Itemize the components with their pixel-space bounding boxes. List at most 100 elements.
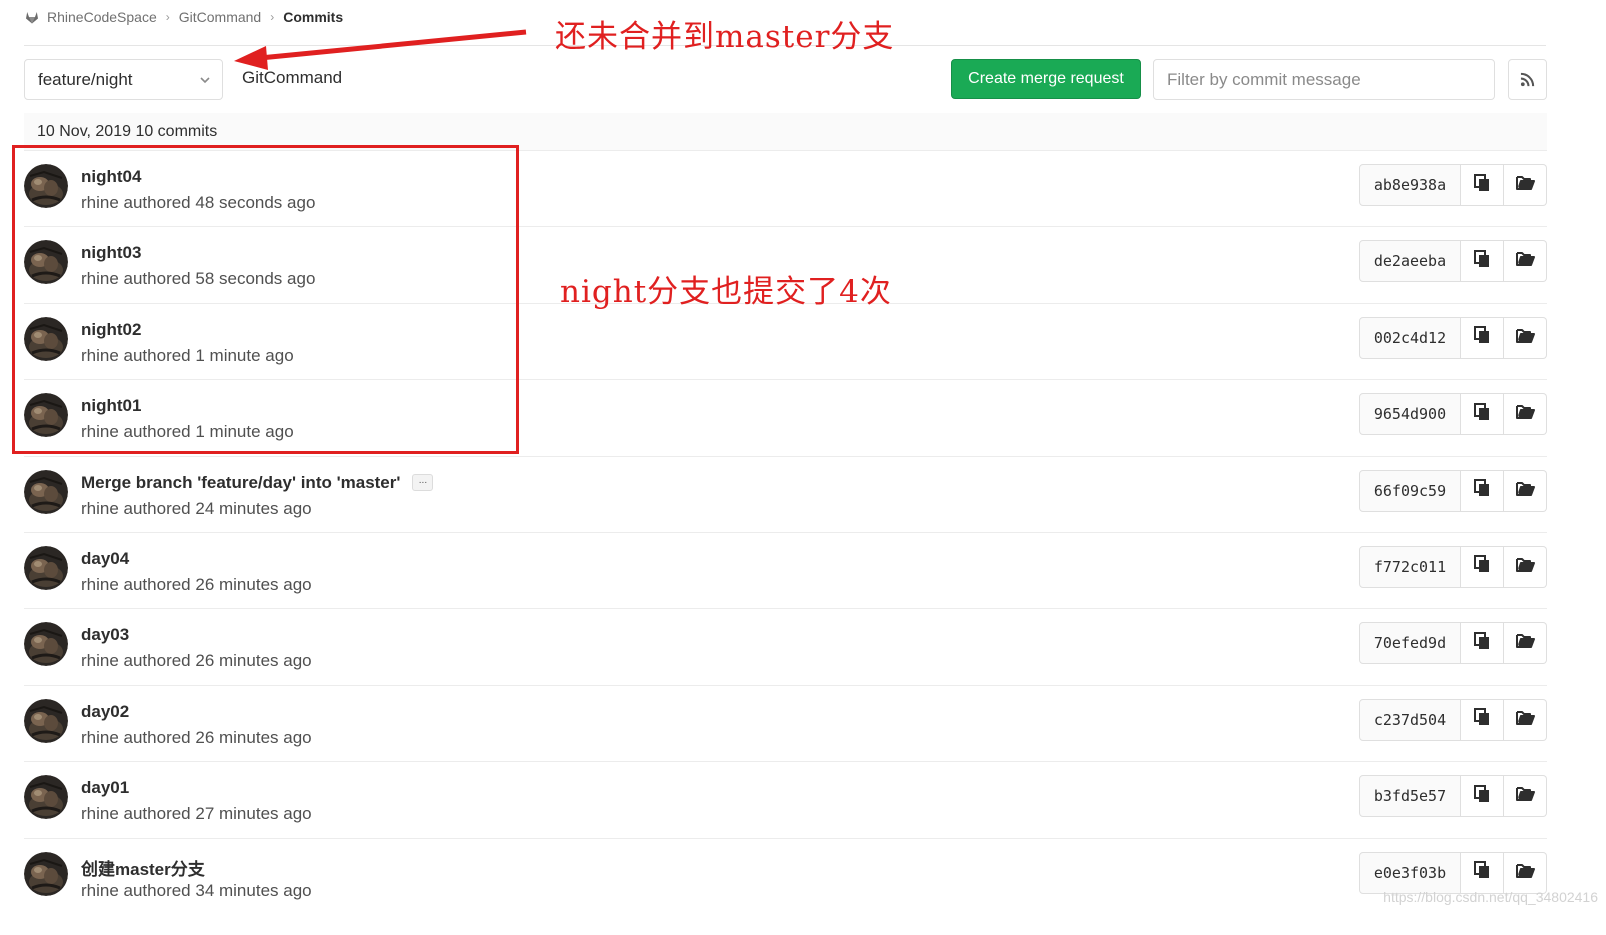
- browse-files-button[interactable]: [1504, 469, 1547, 512]
- commit-sha-link[interactable]: b3fd5e57: [1359, 775, 1461, 818]
- commit-row: 创建master分支 rhine authored 34 minutes ago…: [24, 839, 1547, 915]
- commit-title: night02: [81, 320, 141, 340]
- commit-sha-link[interactable]: de2aeeba: [1359, 240, 1461, 283]
- avatar[interactable]: [24, 469, 68, 514]
- rss-icon: [1520, 72, 1535, 87]
- commit-sha-group: 70efed9d: [1359, 622, 1547, 665]
- browse-files-button[interactable]: [1504, 698, 1547, 741]
- commit-title: day02: [81, 702, 129, 722]
- commit-title-link[interactable]: night04: [81, 167, 141, 187]
- copy-sha-button[interactable]: [1461, 240, 1504, 283]
- commit-sha-group: c237d504: [1359, 698, 1547, 741]
- avatar-image: [24, 164, 68, 208]
- branch-dropdown[interactable]: feature/night: [24, 59, 223, 100]
- copy-sha-button[interactable]: [1461, 851, 1504, 894]
- avatar-image: [24, 545, 68, 590]
- commit-title-link[interactable]: day01: [81, 778, 129, 798]
- browse-files-button[interactable]: [1504, 316, 1547, 359]
- commit-row: day02 rhine authored 26 minutes ago c237…: [24, 686, 1547, 763]
- commit-title-link[interactable]: 创建master分支: [81, 855, 205, 880]
- commit-title: day04: [81, 549, 129, 569]
- browse-files-button[interactable]: [1504, 622, 1547, 665]
- commit-title-link[interactable]: night02: [81, 320, 141, 340]
- avatar[interactable]: [24, 775, 68, 820]
- browse-files-button[interactable]: [1504, 545, 1547, 588]
- copy-sha-button[interactable]: [1461, 545, 1504, 588]
- commit-sha-group: 9654d900: [1359, 393, 1547, 436]
- breadcrumb-group[interactable]: RhineCodeSpace: [47, 9, 157, 25]
- folder-open-icon: [1515, 709, 1535, 731]
- copy-sha-button[interactable]: [1461, 393, 1504, 436]
- avatar-image: [24, 469, 68, 514]
- commit-title-link[interactable]: day03: [81, 625, 129, 645]
- rss-button[interactable]: [1508, 59, 1547, 100]
- copy-sha-button[interactable]: [1461, 622, 1504, 665]
- commit-title: day01: [81, 778, 129, 798]
- commit-sha-link[interactable]: 002c4d12: [1359, 316, 1461, 359]
- commit-author-meta: rhine authored 34 minutes ago: [81, 880, 312, 900]
- browse-files-button[interactable]: [1504, 164, 1547, 206]
- copy-icon: [1473, 173, 1491, 197]
- commit-sha-link[interactable]: ab8e938a: [1359, 164, 1461, 206]
- branch-dropdown-label: feature/night: [38, 69, 133, 89]
- commit-author-meta: rhine authored 48 seconds ago: [81, 193, 316, 212]
- avatar-image: [24, 393, 68, 438]
- commit-sha-group: ab8e938a: [1359, 164, 1547, 206]
- commit-row: night02 rhine authored 1 minute ago 002c…: [24, 304, 1547, 381]
- avatar[interactable]: [24, 240, 68, 285]
- avatar-image: [24, 622, 68, 667]
- avatar[interactable]: [24, 164, 68, 208]
- commit-row: day04 rhine authored 26 minutes ago f772…: [24, 533, 1547, 610]
- commit-title-link[interactable]: day04: [81, 549, 129, 569]
- commit-sha-group: de2aeeba: [1359, 240, 1547, 283]
- copy-sha-button[interactable]: [1461, 164, 1504, 206]
- annotation-note-top: 还未合并到master分支: [555, 19, 895, 55]
- avatar[interactable]: [24, 545, 68, 590]
- annotation-note-middle: night分支也提交了4次: [560, 274, 892, 310]
- copy-icon: [1473, 784, 1491, 808]
- commit-row: Merge branch 'feature/day' into 'master'…: [24, 457, 1547, 533]
- copy-icon: [1473, 479, 1491, 502]
- avatar-image: [24, 851, 68, 896]
- copy-sha-button[interactable]: [1461, 316, 1504, 359]
- commit-sha-group: f772c011: [1359, 545, 1547, 588]
- commit-title-link[interactable]: Merge branch 'feature/day' into 'master': [81, 473, 400, 493]
- commit-row: day01 rhine authored 27 minutes ago b3fd…: [24, 762, 1547, 839]
- browse-files-button[interactable]: [1504, 240, 1547, 283]
- commit-author-meta: rhine authored 58 seconds ago: [81, 269, 316, 289]
- commit-title: night04: [81, 167, 141, 187]
- commit-sha-group: b3fd5e57: [1359, 775, 1547, 818]
- copy-sha-button[interactable]: [1461, 698, 1504, 741]
- commit-title: night01: [81, 396, 141, 416]
- commit-sha-link[interactable]: 70efed9d: [1359, 622, 1461, 665]
- commit-day-header: 10 Nov, 2019 10 commits: [24, 113, 1547, 151]
- copy-icon: [1473, 555, 1491, 578]
- commit-sha-link[interactable]: f772c011: [1359, 545, 1461, 588]
- commit-sha-link[interactable]: c237d504: [1359, 698, 1461, 741]
- browse-files-button[interactable]: [1504, 851, 1547, 894]
- watermark: https://blog.csdn.net/qq_34802416: [1383, 889, 1598, 905]
- annotation-arrow-icon: [234, 29, 527, 70]
- avatar[interactable]: [24, 698, 68, 743]
- avatar[interactable]: [24, 622, 68, 667]
- avatar[interactable]: [24, 316, 68, 361]
- commit-title-link[interactable]: day02: [81, 702, 129, 722]
- folder-open-icon: [1515, 632, 1535, 654]
- create-merge-request-button[interactable]: Create merge request: [951, 59, 1141, 99]
- avatar[interactable]: [24, 851, 68, 896]
- copy-icon: [1473, 402, 1491, 426]
- filter-commit-input[interactable]: [1153, 59, 1495, 100]
- expand-description-button[interactable]: ...: [412, 474, 434, 492]
- commit-sha-link[interactable]: 66f09c59: [1359, 469, 1461, 512]
- commit-sha-link[interactable]: e0e3f03b: [1359, 851, 1461, 894]
- gitlab-logo-icon[interactable]: [24, 9, 40, 25]
- copy-sha-button[interactable]: [1461, 775, 1504, 818]
- browse-files-button[interactable]: [1504, 775, 1547, 818]
- commit-title-link[interactable]: night01: [81, 396, 141, 416]
- commit-sha-link[interactable]: 9654d900: [1359, 393, 1461, 436]
- browse-files-button[interactable]: [1504, 393, 1547, 436]
- commit-title-link[interactable]: night03: [81, 243, 141, 263]
- commit-author-meta: rhine authored 26 minutes ago: [81, 727, 312, 747]
- avatar[interactable]: [24, 393, 68, 438]
- copy-sha-button[interactable]: [1461, 469, 1504, 512]
